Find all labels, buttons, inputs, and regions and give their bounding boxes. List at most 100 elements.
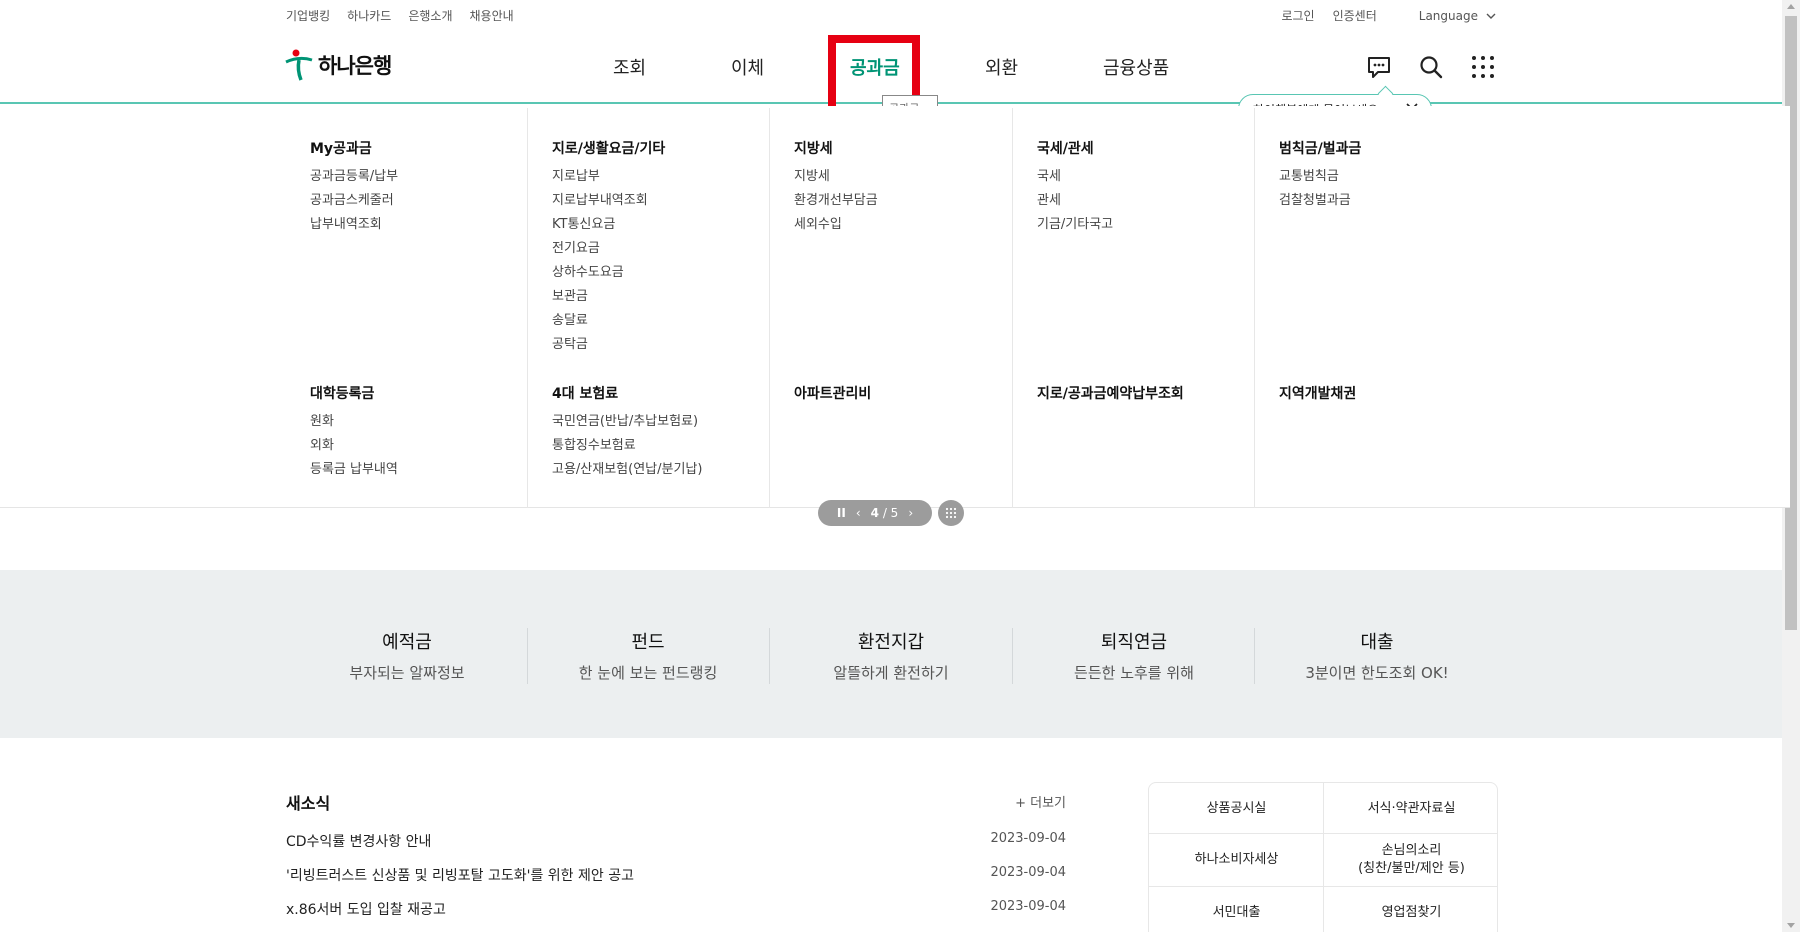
quick-title: 퇴직연금 xyxy=(1100,632,1168,653)
quick-item-exchange-wallet[interactable]: 환전지갑 알뜰하게 환전하기 xyxy=(770,628,1012,683)
menu-title[interactable]: 지방세 xyxy=(794,138,878,158)
quick-item-loans[interactable]: 대출 3분이면 한도조회 OK! xyxy=(1256,628,1498,683)
menu-item[interactable]: 세외수입 xyxy=(794,213,878,237)
menu-item[interactable]: 지방세 xyxy=(794,165,878,189)
news-section: 새소식 + 더보기 CD수익률 변경사항 안내 2023-09-04 '리빙트러… xyxy=(286,790,1066,918)
util-link-careers[interactable]: 채용안내 xyxy=(470,7,514,24)
logo[interactable]: 하나은행 xyxy=(284,48,392,82)
news-row[interactable]: '리빙트러스트 신상품 및 리빙포탈 고도화'를 위한 제안 공고 2023-0… xyxy=(286,865,1066,885)
quick-item-pension[interactable]: 퇴직연금 든든한 노후를 위해 xyxy=(1013,628,1255,683)
news-row[interactable]: x.86서버 도입 입찰 재공고 2023-09-04 xyxy=(286,899,1066,919)
menu-item[interactable]: 납부내역조회 xyxy=(310,213,398,237)
link-branch-finder[interactable]: 영업점찾기 xyxy=(1324,887,1497,932)
menu-item[interactable]: 공과금등록/납부 xyxy=(310,165,398,189)
menu-title[interactable]: 아파트관리비 xyxy=(794,383,871,403)
mega-column-2: 지로/생활요금/기타 지로납부 지로납부내역조회 KT통신요금 전기요금 상하수… xyxy=(527,108,769,508)
news-row[interactable]: CD수익률 변경사항 안내 2023-09-04 xyxy=(286,831,1066,851)
menu-item[interactable]: 고용/산재보험(연납/분기납) xyxy=(552,458,702,482)
menu-item[interactable]: 통합징수보험료 xyxy=(552,434,702,458)
quick-subtitle: 부자되는 알짜정보 xyxy=(349,664,465,682)
nav-foreign-exchange[interactable]: 외환 xyxy=(985,54,1018,80)
language-selector[interactable]: Language xyxy=(1419,9,1496,23)
slider-controls: II ‹ 4 / 5 › xyxy=(818,500,932,526)
news-title: 새소식 xyxy=(286,794,331,813)
menu-group-regional-bond: 지역개발채권 xyxy=(1279,383,1356,410)
quick-item-funds[interactable]: 펀드 한 눈에 보는 펀드랭킹 xyxy=(527,628,769,683)
menu-title[interactable]: My공과금 xyxy=(310,138,398,158)
chevron-right-icon[interactable]: › xyxy=(908,506,913,520)
menu-item[interactable]: 국세 xyxy=(1037,165,1113,189)
pause-icon[interactable]: II xyxy=(837,506,846,520)
menu-item[interactable]: 환경개선부담금 xyxy=(794,189,878,213)
menu-item[interactable]: 지로납부 xyxy=(552,165,665,189)
menu-item[interactable]: 공과금스케줄러 xyxy=(310,189,398,213)
chevron-left-icon[interactable]: ‹ xyxy=(856,506,861,520)
util-link-about-bank[interactable]: 은행소개 xyxy=(408,7,452,24)
quick-title: 대출 xyxy=(1360,632,1394,653)
menu-group-insurance: 4대 보험료 국민연금(반납/추납보험료) 통합징수보험료 고용/산재보험(연납… xyxy=(552,383,702,482)
menu-item[interactable]: 등록금 납부내역 xyxy=(310,458,398,482)
link-customer-voice[interactable]: 손님의소리 (칭찬/불만/제안 등) xyxy=(1324,834,1497,886)
menu-item[interactable]: 교통범칙금 xyxy=(1279,165,1361,189)
hana-logo-icon xyxy=(285,49,313,81)
news-date: 2023-09-04 xyxy=(990,831,1066,846)
all-menu-grid-icon[interactable] xyxy=(1470,54,1496,80)
menu-title[interactable]: 국세/관세 xyxy=(1037,138,1113,158)
slider-counter: 4 / 5 xyxy=(871,506,899,520)
search-icon[interactable] xyxy=(1418,54,1444,80)
menu-title[interactable]: 4대 보험료 xyxy=(552,383,702,403)
menu-item[interactable]: 원화 xyxy=(310,410,398,434)
page: 기업뱅킹 하나카드 은행소개 채용안내 로그인 인증센터 Language 하나… xyxy=(0,0,1800,932)
slider-page: 4 xyxy=(870,506,879,520)
scroll-down-arrow-icon[interactable] xyxy=(1787,923,1795,928)
menu-item[interactable]: 공탁금 xyxy=(552,333,665,357)
menu-item[interactable]: 지로납부내역조회 xyxy=(552,189,665,213)
language-label: Language xyxy=(1418,8,1478,23)
news-date: 2023-09-04 xyxy=(990,899,1066,914)
menu-item[interactable]: 전기요금 xyxy=(552,237,665,261)
cert-center-link[interactable]: 인증센터 xyxy=(1333,7,1377,24)
menu-item[interactable]: 국민연금(반납/추납보험료) xyxy=(552,410,702,434)
chevron-down-icon xyxy=(1486,13,1496,19)
link-low-income-loan[interactable]: 서민대출 xyxy=(1149,887,1324,932)
mega-column-1: My공과금 공과금등록/납부 공과금스케줄러 납부내역조회 대학등록금 원화 외… xyxy=(286,108,527,508)
scroll-up-arrow-icon[interactable] xyxy=(1787,4,1795,9)
mega-column-4: 국세/관세 국세 관세 기금/기타국고 지로/공과금예약납부조회 xyxy=(1012,108,1254,508)
chatbot-icon[interactable] xyxy=(1366,54,1392,80)
nav-transfer[interactable]: 이체 xyxy=(731,54,764,80)
mega-column-5: 범칙금/벌과금 교통범칙금 검찰청벌과금 지역개발채권 xyxy=(1254,108,1498,508)
menu-item[interactable]: 송달료 xyxy=(552,309,665,333)
menu-item[interactable]: 관세 xyxy=(1037,189,1113,213)
quick-item-deposits[interactable]: 예적금 부자되는 알짜정보 xyxy=(286,628,528,683)
menu-group-giro: 지로/생활요금/기타 지로납부 지로납부내역조회 KT통신요금 전기요금 상하수… xyxy=(552,138,665,357)
menu-item[interactable]: 상하수도요금 xyxy=(552,261,665,285)
menu-group-reserved-payment: 지로/공과금예약납부조회 xyxy=(1037,383,1184,410)
link-forms-terms[interactable]: 서식·약관자료실 xyxy=(1324,783,1497,835)
menu-item[interactable]: 외화 xyxy=(310,434,398,458)
quick-subtitle: 알뜰하게 환전하기 xyxy=(833,664,949,682)
menu-item[interactable]: KT통신요금 xyxy=(552,213,665,237)
link-consumer-world[interactable]: 하나소비자세상 xyxy=(1149,834,1324,886)
nav-financial-products[interactable]: 금융상품 xyxy=(1103,54,1169,80)
menu-group-fines: 범칙금/벌과금 교통범칙금 검찰청벌과금 xyxy=(1279,138,1361,213)
utility-right: 로그인 인증센터 Language xyxy=(1281,7,1496,24)
menu-title[interactable]: 지로/생활요금/기타 xyxy=(552,138,665,158)
menu-title[interactable]: 지로/공과금예약납부조회 xyxy=(1037,383,1184,403)
menu-item[interactable]: 검찰청벌과금 xyxy=(1279,189,1361,213)
menu-item[interactable]: 기금/기타국고 xyxy=(1037,213,1113,237)
login-link[interactable]: 로그인 xyxy=(1281,7,1314,24)
news-text: x.86서버 도입 입찰 재공고 xyxy=(286,902,446,918)
menu-title[interactable]: 지역개발채권 xyxy=(1279,383,1356,403)
menu-title[interactable]: 범칙금/벌과금 xyxy=(1279,138,1361,158)
nav-inquiry[interactable]: 조회 xyxy=(613,54,646,80)
menu-item[interactable]: 보관금 xyxy=(552,285,665,309)
util-link-hana-card[interactable]: 하나카드 xyxy=(347,7,391,24)
menu-title[interactable]: 대학등록금 xyxy=(310,383,398,403)
quick-title: 환전지갑 xyxy=(857,632,925,653)
link-product-disclosure[interactable]: 상품공시실 xyxy=(1149,783,1324,835)
more-link[interactable]: + 더보기 xyxy=(1015,792,1066,811)
util-link-corporate-banking[interactable]: 기업뱅킹 xyxy=(286,7,330,24)
slider-grid-button[interactable] xyxy=(938,500,964,526)
quick-subtitle: 한 눈에 보는 펀드랭킹 xyxy=(578,664,718,682)
menu-group-apartment-fee: 아파트관리비 xyxy=(794,383,871,410)
